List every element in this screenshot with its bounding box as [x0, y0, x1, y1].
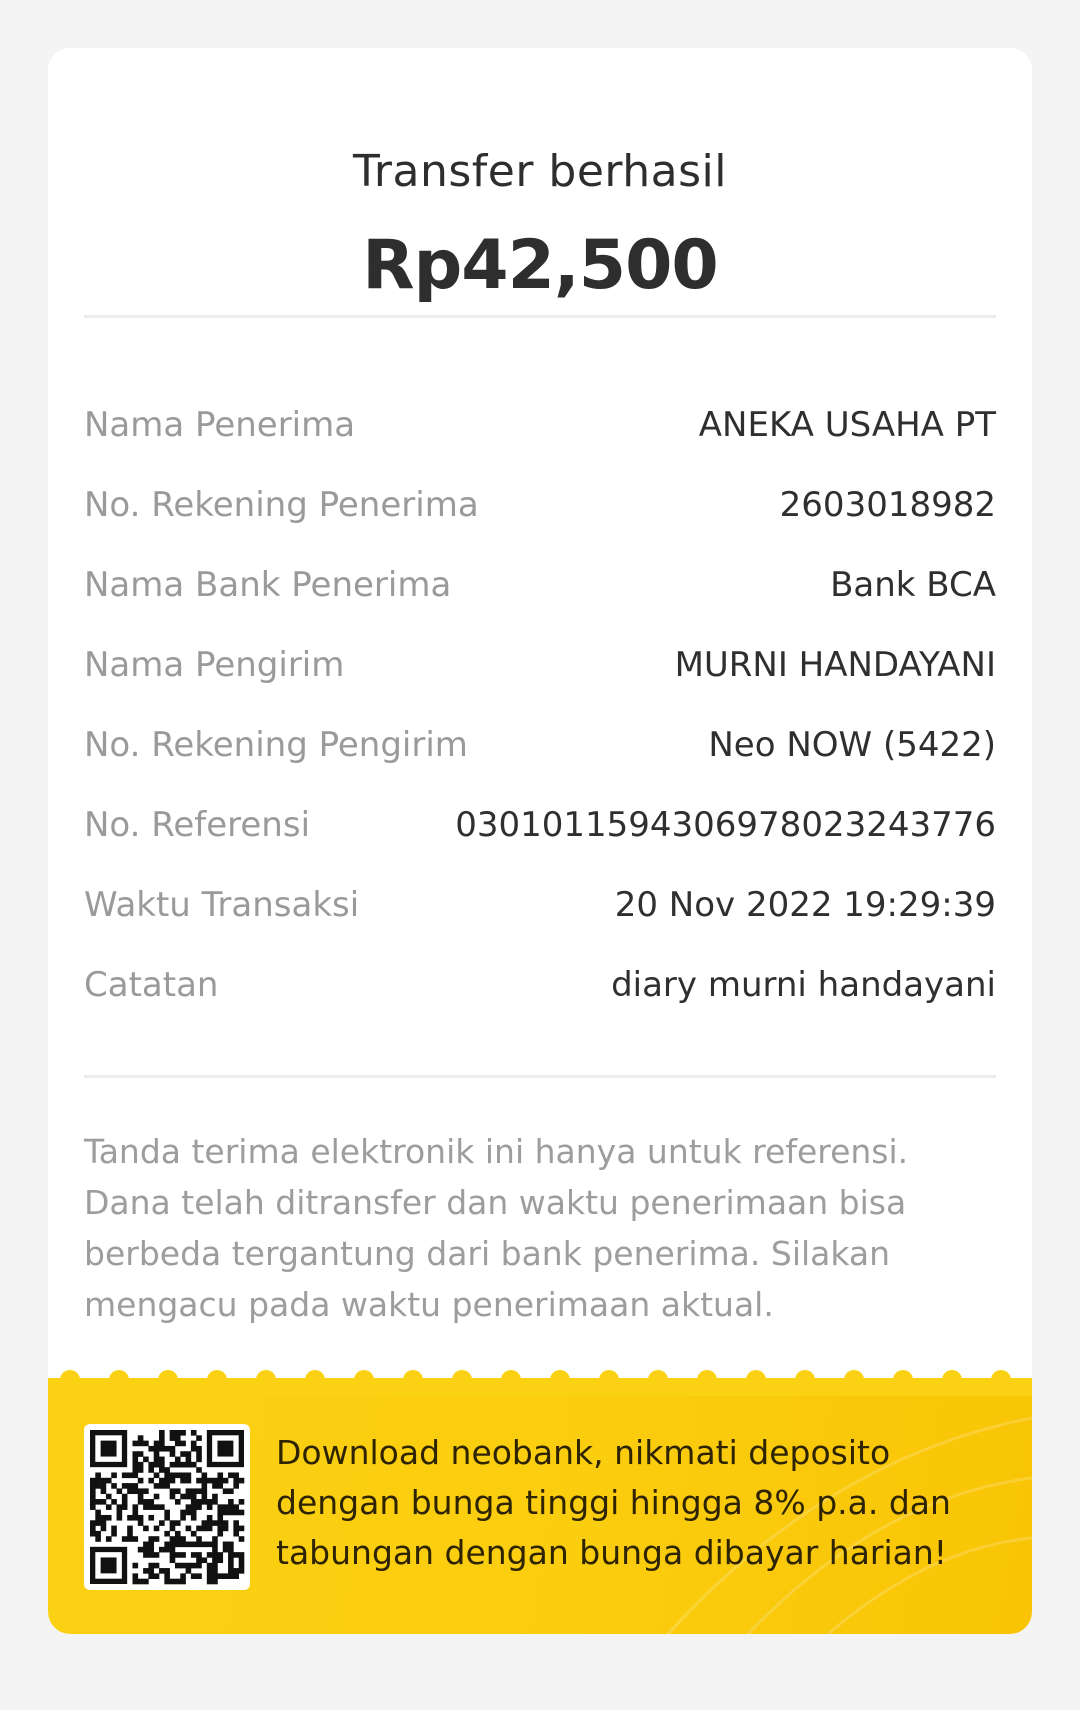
- transfer-amount: Rp42,500: [362, 226, 718, 305]
- receipt-card: Transfer berhasil Rp42,500 Nama Penerima…: [48, 48, 1032, 1634]
- disclaimer-text: Tanda terima elektronik ini hanya untuk …: [84, 1132, 909, 1324]
- divider: [84, 315, 996, 318]
- detail-row-sender-account: No. Rekening Pengirim Neo NOW (5422): [84, 715, 996, 775]
- detail-value: Bank BCA: [830, 565, 996, 605]
- detail-value: 03010115943069780232437​76: [455, 805, 996, 845]
- page-title: Transfer berhasil: [353, 146, 727, 197]
- detail-value: Neo NOW (5422): [708, 725, 996, 765]
- detail-label: Waktu Transaksi: [84, 885, 360, 925]
- detail-label: Nama Penerima: [84, 405, 356, 445]
- divider: [84, 1075, 996, 1078]
- promo-text[interactable]: Download neobank, nikmati deposito denga…: [276, 1428, 996, 1578]
- detail-value: ANEKA USAHA PT: [698, 405, 996, 445]
- detail-label: Nama Bank Penerima: [84, 565, 452, 605]
- detail-row-transaction-time: Waktu Transaksi 20 Nov 2022 19:29:39: [84, 875, 996, 935]
- detail-value: 2603018982: [779, 485, 996, 525]
- qr-code-icon: [84, 1424, 250, 1590]
- detail-row-note: Catatan diary murni handayani: [84, 955, 996, 1015]
- detail-label: Catatan: [84, 965, 219, 1005]
- detail-label: Nama Pengirim: [84, 645, 345, 685]
- detail-label: No. Rekening Pengirim: [84, 725, 468, 765]
- detail-row-recipient-account: No. Rekening Penerima 2603018982: [84, 475, 996, 535]
- detail-row-recipient-bank: Nama Bank Penerima Bank BCA: [84, 555, 996, 615]
- scallop-edge: [48, 1370, 1032, 1396]
- detail-value: 20 Nov 2022 19:29:39: [614, 885, 996, 925]
- detail-row-sender-name: Nama Pengirim MURNI HANDAYANI: [84, 635, 996, 695]
- detail-label: No. Rekening Penerima: [84, 485, 479, 525]
- detail-row-reference: No. Referensi 03010115943069780232437​76: [84, 795, 996, 855]
- detail-row-recipient-name: Nama Penerima ANEKA USAHA PT: [84, 395, 996, 455]
- detail-value: MURNI HANDAYANI: [674, 645, 996, 685]
- detail-label: No. Referensi: [84, 805, 311, 845]
- detail-value: diary murni handayani: [611, 965, 996, 1005]
